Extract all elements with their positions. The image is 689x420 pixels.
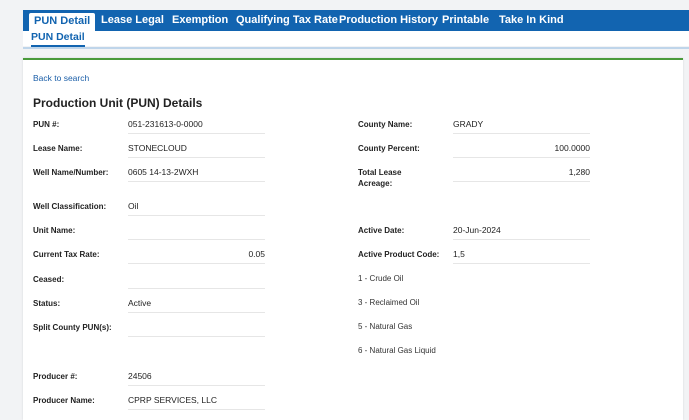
- product-code-item: 3 - Reclaimed Oil: [358, 298, 420, 307]
- county-name-label: County Name:: [358, 120, 413, 129]
- divider: [23, 47, 689, 49]
- tab-printable[interactable]: Printable: [442, 10, 489, 31]
- unit-name-label: Unit Name:: [33, 226, 76, 235]
- county-name-value: GRADY: [453, 118, 590, 134]
- producer-name-value: CPRP SERVICES, LLC: [128, 394, 265, 410]
- status-value: Active: [128, 297, 265, 313]
- current-tax-rate-value: 0.05: [128, 248, 265, 264]
- split-county-label: Split County PUN(s):: [33, 323, 112, 332]
- split-county-value: [128, 321, 265, 337]
- pun-number-value: 051-231613-0-0000: [128, 118, 265, 134]
- tab-production-history[interactable]: Production History: [339, 10, 438, 31]
- lease-name-label: Lease Name:: [33, 144, 83, 153]
- producer-number-value: 24506: [128, 370, 265, 386]
- active-date-value: 20-Jun-2024: [453, 224, 590, 240]
- well-classification-label: Well Classification:: [33, 202, 107, 211]
- active-date-label: Active Date:: [358, 226, 405, 235]
- well-name-label: Well Name/Number:: [33, 168, 109, 177]
- back-to-search-link[interactable]: Back to search: [33, 73, 89, 83]
- tab-take-in-kind[interactable]: Take In Kind: [499, 10, 564, 31]
- product-code-item: 6 - Natural Gas Liquid: [358, 346, 436, 355]
- tab-qualifying-tax-rate[interactable]: Qualifying Tax Rate: [236, 10, 338, 31]
- sub-navigation: PUN Detail: [23, 31, 689, 47]
- total-lease-acreage-label: Total Lease Acreage:: [358, 168, 402, 188]
- active-product-code-value: 1,5: [453, 248, 590, 264]
- county-percent-label: County Percent:: [358, 144, 420, 153]
- tab-pun-detail[interactable]: PUN Detail: [29, 13, 96, 31]
- subtab-pun-detail[interactable]: PUN Detail: [31, 31, 85, 47]
- lease-name-value: STONECLOUD: [128, 142, 265, 158]
- details-card: Back to search Production Unit (PUN) Det…: [23, 58, 683, 420]
- unit-name-value: [128, 224, 265, 240]
- pun-number-label: PUN #:: [33, 120, 60, 129]
- ceased-label: Ceased:: [33, 275, 65, 284]
- tab-lease-legal[interactable]: Lease Legal: [101, 10, 164, 31]
- tab-exemption[interactable]: Exemption: [172, 10, 228, 31]
- top-tab-bar: PUN Detail Lease Legal Exemption Qualify…: [23, 10, 689, 31]
- well-name-value: 0605 14-13-2WXH: [128, 166, 265, 182]
- product-code-item: 1 - Crude Oil: [358, 274, 404, 283]
- producer-name-label: Producer Name:: [33, 396, 95, 405]
- producer-number-label: Producer #:: [33, 372, 78, 381]
- well-classification-value: Oil: [128, 200, 265, 216]
- total-lease-acreage-value: 1,280: [453, 166, 590, 182]
- active-product-code-label: Active Product Code:: [358, 250, 440, 259]
- status-label: Status:: [33, 299, 61, 308]
- product-code-item: 5 - Natural Gas: [358, 322, 413, 331]
- county-percent-value: 100.0000: [453, 142, 590, 158]
- ceased-value: [128, 273, 265, 289]
- page-title: Production Unit (PUN) Details: [33, 96, 203, 110]
- current-tax-rate-label: Current Tax Rate:: [33, 250, 100, 259]
